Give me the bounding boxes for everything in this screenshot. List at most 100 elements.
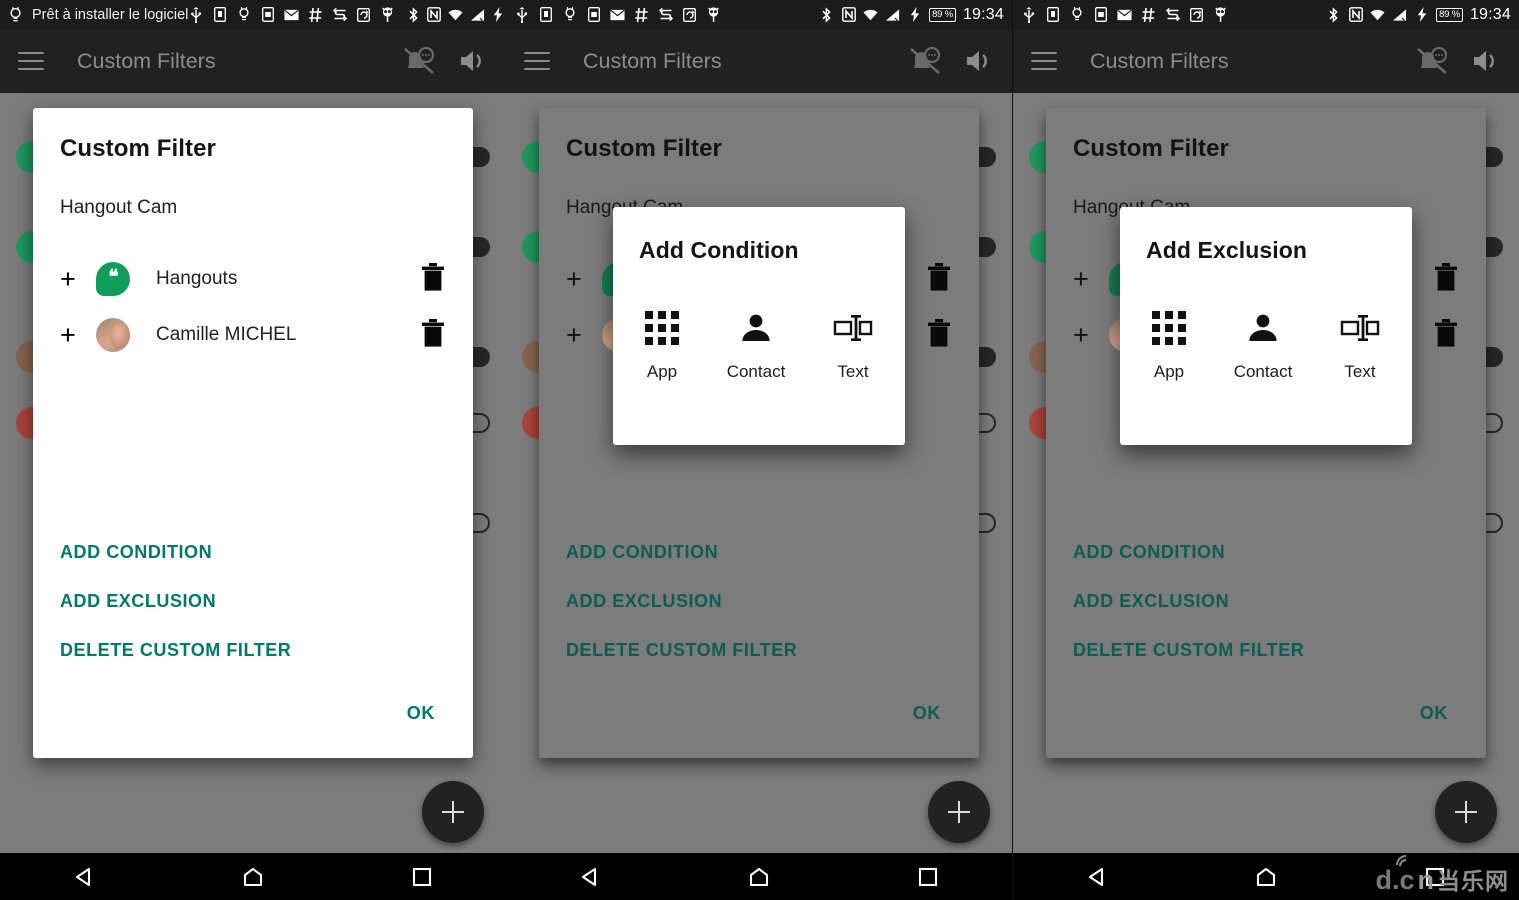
dialog-title: Custom Filter: [1073, 135, 1229, 162]
status-bar-left-icons: [188, 6, 395, 23]
expand-row-button[interactable]: +: [566, 321, 602, 349]
owl-icon: [706, 6, 721, 23]
delete-custom-filter-button[interactable]: DELETE CUSTOM FILTER: [1073, 640, 1304, 661]
add-condition-button[interactable]: ADD CONDITION: [60, 542, 212, 563]
recents-square-icon[interactable]: [395, 859, 449, 895]
notifications-off-icon[interactable]: [402, 46, 436, 76]
add-condition-button[interactable]: ADD CONDITION: [1073, 542, 1225, 563]
signal-icon: [470, 6, 485, 23]
expand-row-button[interactable]: +: [60, 321, 96, 349]
status-bar-right-icons: 89 % 19:34: [1326, 6, 1511, 24]
home-icon[interactable]: [226, 859, 280, 895]
volume-up-icon[interactable]: [1471, 47, 1501, 75]
option-label: Text: [837, 362, 869, 381]
add-filter-fab[interactable]: [928, 781, 990, 843]
ok-button[interactable]: OK: [905, 699, 949, 728]
wifi-icon: [863, 6, 878, 23]
expand-row-button[interactable]: +: [566, 265, 602, 293]
screen-panel-2: 89 % 19:34 Custom Filters Custom Filter …: [506, 0, 1012, 900]
status-bar-right-icons: 89 % 19:34: [407, 6, 506, 24]
delete-custom-filter-button[interactable]: DELETE CUSTOM FILTER: [60, 640, 291, 661]
option-app-button[interactable]: App: [1150, 310, 1188, 382]
trash-icon[interactable]: [420, 262, 446, 297]
site-watermark: d.c n 当乐网: [1375, 855, 1509, 895]
plus-icon: [948, 801, 970, 823]
hamburger-menu-icon[interactable]: [524, 52, 550, 70]
dialog-actions: ADD CONDITION ADD EXCLUSION DELETE CUSTO…: [60, 542, 446, 689]
back-triangle-icon[interactable]: [1070, 859, 1124, 895]
row-label: Hangouts: [156, 268, 238, 289]
table-row[interactable]: + Camille MICHEL: [60, 307, 446, 363]
notifications-off-icon[interactable]: [1415, 46, 1449, 76]
screenshot-icon: [682, 6, 697, 23]
ok-button[interactable]: OK: [399, 699, 443, 728]
volume-up-icon[interactable]: [964, 47, 994, 75]
back-triangle-icon[interactable]: [563, 859, 617, 895]
watermark-tld: n: [1417, 865, 1435, 895]
home-icon[interactable]: [1239, 859, 1293, 895]
nfc-icon: [841, 6, 856, 23]
option-contact-button[interactable]: Contact: [1232, 310, 1295, 382]
trash-icon[interactable]: [1433, 318, 1459, 353]
trash-icon[interactable]: [926, 318, 952, 353]
owl-icon: [380, 6, 395, 23]
back-triangle-icon[interactable]: [57, 859, 111, 895]
home-icon[interactable]: [732, 859, 786, 895]
app-bar: Custom Filters: [1013, 29, 1519, 93]
trash-icon[interactable]: [926, 262, 952, 297]
sim-card-icon: [586, 6, 601, 23]
signal-icon: [1392, 6, 1407, 23]
trash-icon[interactable]: [1433, 262, 1459, 297]
expand-row-button[interactable]: +: [1073, 265, 1109, 293]
sync-icon: [332, 6, 347, 23]
option-app-button[interactable]: App: [643, 310, 681, 382]
add-filter-fab[interactable]: [1435, 781, 1497, 843]
app-bar: Custom Filters: [0, 29, 506, 93]
hash-icon: [1141, 6, 1156, 23]
sync-icon: [1165, 6, 1180, 23]
battery-level: 89 %: [929, 7, 956, 22]
nfc-icon: [1348, 6, 1363, 23]
popup-options: App Contact Text: [639, 310, 879, 382]
add-exclusion-button[interactable]: ADD EXCLUSION: [1073, 591, 1229, 612]
option-text-button[interactable]: Text: [831, 310, 875, 382]
option-label: Text: [1344, 362, 1376, 381]
dialog-subtitle: Hangout Cam: [60, 197, 178, 218]
mail-icon: [1117, 6, 1132, 23]
notifications-off-icon[interactable]: [908, 46, 942, 76]
option-contact-button[interactable]: Contact: [725, 310, 788, 382]
table-row[interactable]: + ❝ Hangouts: [60, 251, 446, 307]
volume-up-icon[interactable]: [458, 47, 488, 75]
popup-options: App Contact Text: [1146, 310, 1386, 382]
recents-square-icon[interactable]: [901, 859, 955, 895]
status-bar: Prêt à installer le logiciel 89 %: [0, 0, 506, 29]
bulb-icon: [236, 6, 251, 23]
popup-title: Add Exclusion: [1146, 237, 1308, 263]
charging-icon: [907, 6, 922, 23]
hamburger-menu-icon[interactable]: [1031, 52, 1057, 70]
add-exclusion-button[interactable]: ADD EXCLUSION: [60, 591, 216, 612]
clock: 19:34: [1469, 5, 1511, 23]
hash-icon: [634, 6, 649, 23]
custom-filter-dialog: Custom Filter Hangout Cam + ❝ Hangouts +…: [33, 108, 473, 758]
add-condition-button[interactable]: ADD CONDITION: [566, 542, 718, 563]
app-bar-title: Custom Filters: [583, 48, 722, 73]
add-filter-fab[interactable]: [422, 781, 484, 843]
trash-icon[interactable]: [420, 318, 446, 353]
apps-grid-icon: [645, 310, 679, 346]
expand-row-button[interactable]: +: [60, 265, 96, 293]
hangouts-app-icon: ❝: [96, 262, 130, 296]
status-bar: 89 % 19:34: [1013, 0, 1519, 29]
expand-row-button[interactable]: +: [1073, 321, 1109, 349]
add-exclusion-button[interactable]: ADD EXCLUSION: [566, 591, 722, 612]
sd-card-icon: [1045, 6, 1060, 23]
delete-custom-filter-button[interactable]: DELETE CUSTOM FILTER: [566, 640, 797, 661]
filter-rows: + ❝ Hangouts + Camille MICHEL: [60, 251, 446, 363]
charging-icon: [1414, 6, 1429, 23]
screen-panel-3: 89 % 19:34 Custom Filters Custom Filter …: [1013, 0, 1519, 900]
ok-button[interactable]: OK: [1412, 699, 1456, 728]
option-text-button[interactable]: Text: [1338, 310, 1382, 382]
system-nav-bar: [0, 853, 506, 900]
hamburger-menu-icon[interactable]: [18, 52, 44, 70]
watermark-domain: d.c: [1375, 865, 1415, 895]
